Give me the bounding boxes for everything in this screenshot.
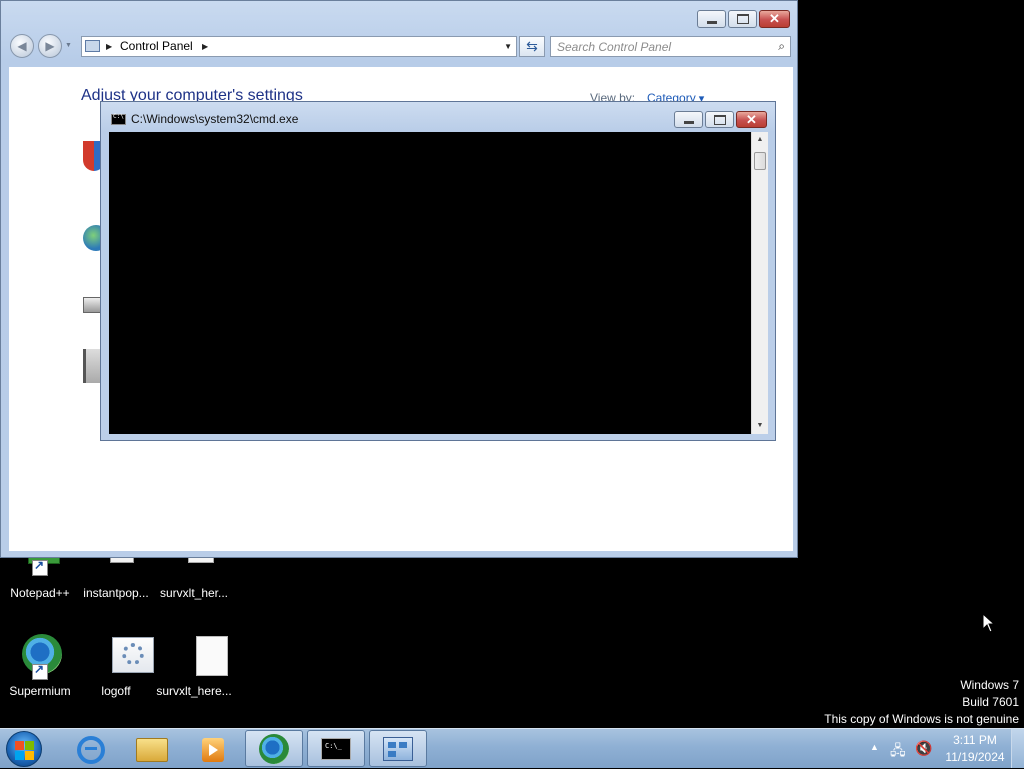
show-desktop-button[interactable]: [1011, 729, 1024, 768]
desktop-icon-label: survxlt_her...: [159, 586, 229, 600]
scroll-down-icon[interactable]: ▼: [752, 418, 768, 434]
refresh-button[interactable]: ⇆: [519, 36, 545, 57]
search-input[interactable]: [551, 37, 767, 56]
desktop-icon-label: Supermium: [9, 684, 71, 698]
breadcrumb-arrow-icon[interactable]: ▶: [106, 37, 112, 56]
search-box[interactable]: ⌕: [550, 36, 791, 57]
window-controls: ✕: [697, 10, 790, 28]
back-arrow-icon: ◀: [17, 39, 27, 53]
vertical-scrollbar[interactable]: ▲ ▼: [751, 132, 768, 434]
taskbar-supermium[interactable]: [245, 730, 303, 767]
clock-date: 11/19/2024: [945, 750, 1005, 764]
clock-time: 3:11 PM: [953, 733, 997, 747]
scroll-up-icon[interactable]: ▲: [752, 132, 768, 148]
minimize-icon: [706, 20, 717, 24]
window-controls: ✕: [674, 111, 767, 128]
close-icon: ✕: [746, 111, 757, 127]
close-button[interactable]: ✕: [759, 10, 790, 28]
breadcrumb-arrow-icon[interactable]: ▶: [202, 37, 208, 56]
internet-explorer-icon: [77, 735, 105, 764]
taskbar-control-panel[interactable]: [369, 730, 427, 767]
blank-file-icon: [172, 634, 228, 678]
maximize-icon: [713, 114, 726, 125]
watermark-line-2: Build 7601: [962, 695, 1019, 709]
address-dropdown-icon[interactable]: ▼: [504, 37, 512, 56]
taskbar-media-player[interactable]: [183, 730, 243, 769]
maximize-button[interactable]: [728, 10, 757, 28]
shortcut-arrow-icon: [32, 662, 48, 680]
watermark-line-3: This copy of Windows is not genuine: [824, 712, 1019, 726]
start-button[interactable]: [6, 731, 42, 767]
control-panel-icon: [85, 40, 100, 52]
forward-arrow-icon: ▶: [45, 39, 55, 53]
desktop-icon-label: Notepad++: [10, 586, 70, 600]
control-panel-icon: [383, 736, 413, 761]
address-bar[interactable]: ▶ Control Panel ▶ ▼: [81, 36, 517, 57]
desktop-icon-survxlt-2[interactable]: survxlt_here...: [154, 634, 234, 698]
forward-button[interactable]: ▶: [38, 34, 62, 58]
supermium-browser-icon: [259, 733, 289, 764]
refresh-icon: ⇆: [526, 38, 538, 54]
back-button[interactable]: ◀: [10, 34, 34, 58]
shortcut-arrow-icon: [32, 558, 48, 576]
desktop-icon-label: logoff: [101, 684, 131, 698]
system-clock[interactable]: 3:11 PM 11/19/2024: [936, 732, 1014, 766]
cmd-icon: C:\_: [321, 737, 351, 760]
cmd-window-title: C:\Windows\system32\cmd.exe: [131, 112, 299, 126]
taskbar-internet-explorer[interactable]: [61, 730, 121, 769]
cmd-window[interactable]: C:\Windows\system32\cmd.exe ✕ ▲ ▼: [100, 101, 776, 441]
desktop-icon-label: survxlt_here...: [156, 684, 232, 698]
supermium-browser-icon: [18, 634, 62, 680]
maximize-button[interactable]: [705, 111, 734, 128]
desktop-icon-supermium[interactable]: Supermium: [0, 634, 80, 698]
watermark-line-1: Windows 7: [960, 678, 1019, 692]
windows-genuine-watermark: Windows 7 Build 7601 This copy of Window…: [824, 677, 1019, 728]
desktop-icon-label: instantpop...: [83, 586, 149, 600]
minimize-icon: [683, 121, 694, 124]
taskbar-windows-explorer[interactable]: [122, 730, 182, 769]
close-button[interactable]: ✕: [736, 111, 767, 128]
media-player-icon: [202, 737, 224, 762]
volume-muted-icon[interactable]: 🔇: [915, 740, 932, 757]
settings-gear-file-icon: [94, 634, 154, 678]
desktop-icon-logoff[interactable]: logoff: [76, 634, 156, 698]
cmd-console-area[interactable]: [109, 132, 751, 434]
network-icon[interactable]: 🖧: [890, 740, 906, 764]
mouse-cursor-icon: [982, 613, 996, 633]
maximize-icon: [736, 14, 749, 24]
cmd-icon: [111, 113, 126, 125]
show-hidden-icons-icon[interactable]: ▲: [870, 742, 879, 752]
windows-explorer-icon: [136, 737, 168, 762]
minimize-button[interactable]: [697, 10, 726, 28]
close-icon: ✕: [769, 11, 780, 26]
recent-pages-dropdown[interactable]: ▼: [65, 42, 72, 49]
breadcrumb-control-panel[interactable]: Control Panel: [120, 37, 193, 56]
search-icon[interactable]: ⌕: [778, 39, 785, 54]
minimize-button[interactable]: [674, 111, 703, 128]
taskbar-cmd[interactable]: C:\_: [307, 730, 365, 767]
scroll-thumb[interactable]: [754, 152, 766, 170]
